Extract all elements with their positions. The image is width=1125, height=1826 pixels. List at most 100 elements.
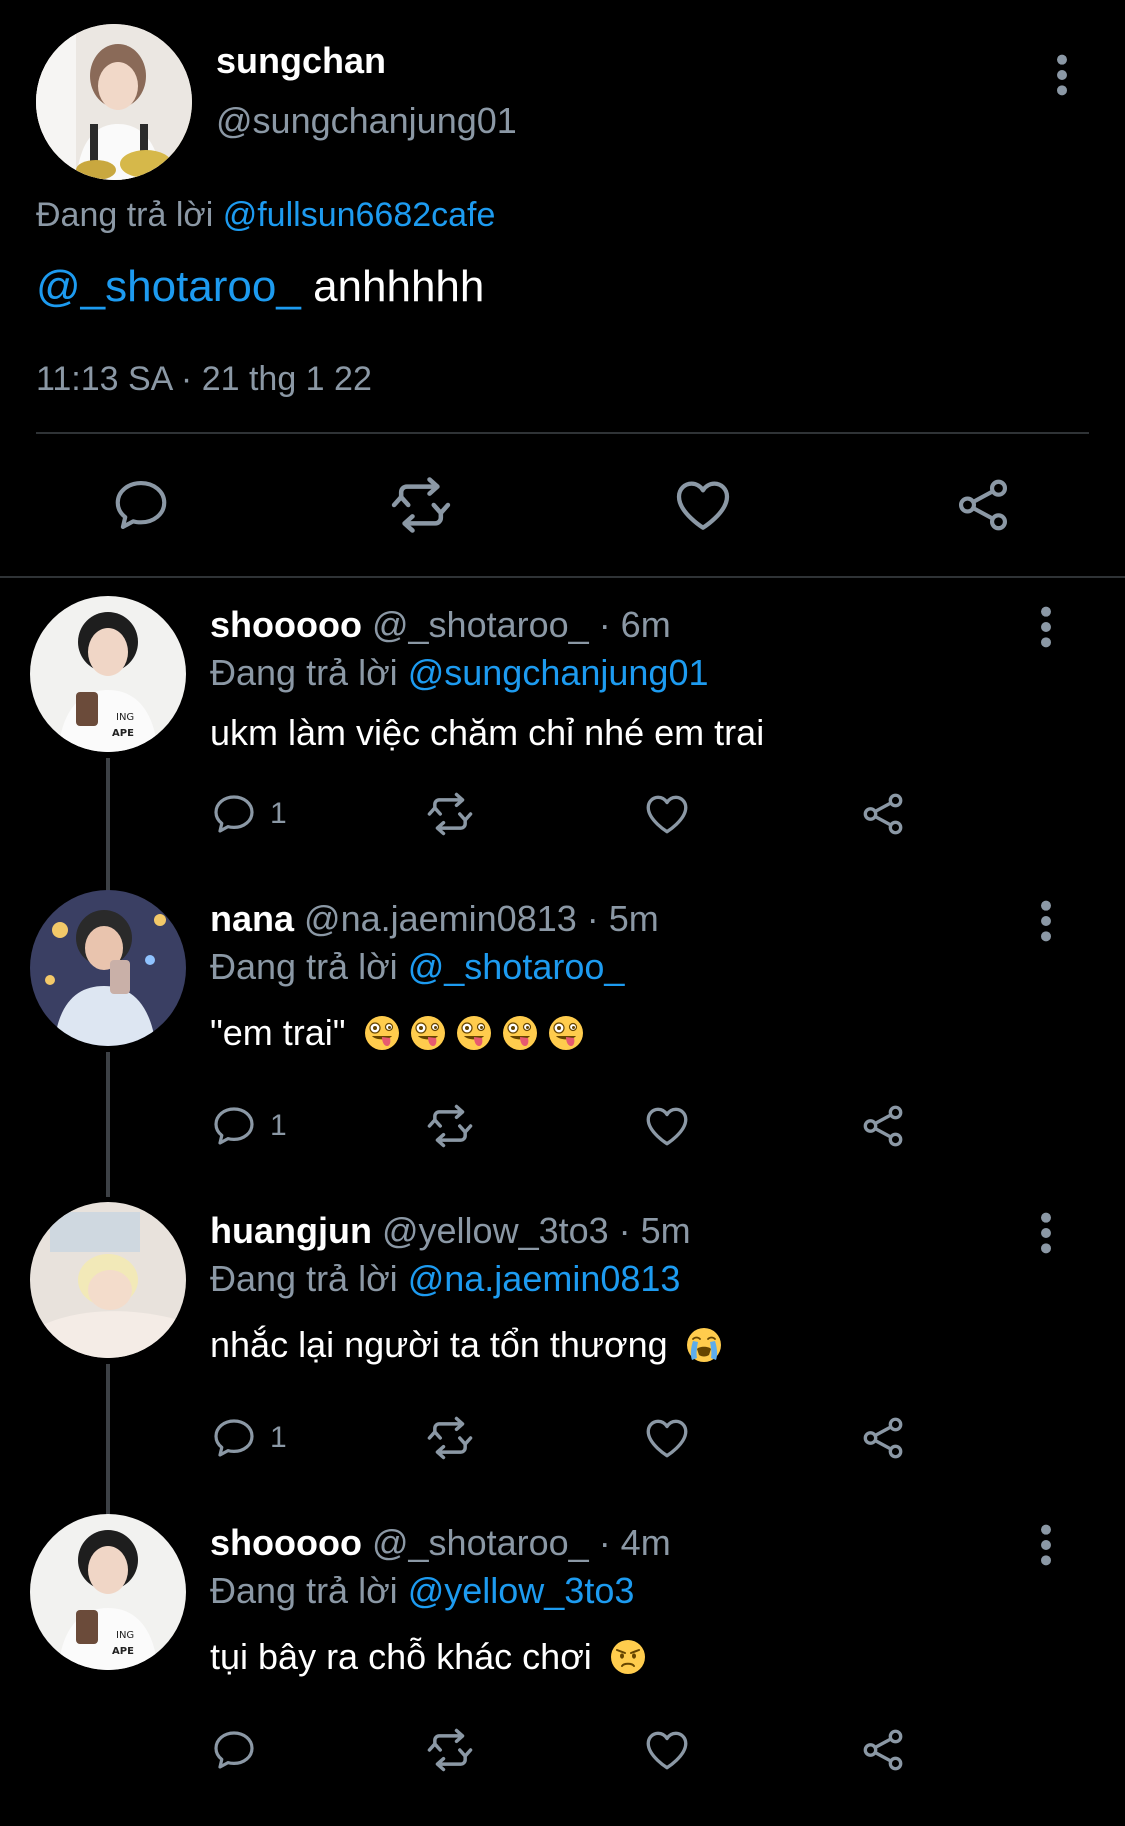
svg-text:ING: ING	[116, 1630, 134, 1641]
svg-text:APE: APE	[112, 1646, 134, 1657]
retweet-icon	[424, 1100, 476, 1152]
share-button[interactable]	[858, 1410, 908, 1466]
tweet-timestamp[interactable]: 11:13 SA · 21 thg 1 22	[36, 360, 372, 399]
tweet-body: anhhhhh	[313, 262, 485, 311]
retweet-icon	[387, 471, 455, 539]
reply-header: shooooo @_shotaroo_ · 6m	[210, 604, 671, 646]
author-handle[interactable]: @yellow_3to3	[382, 1210, 609, 1251]
reply-tweet[interactable]: huangjun @yellow_3to3 · 5m Đang trả lời …	[0, 1202, 1125, 1524]
angry-face-icon	[610, 1639, 646, 1675]
like-button[interactable]	[668, 470, 738, 540]
zany-face-icon	[502, 1015, 538, 1051]
replying-to-link[interactable]: @sungchanjung01	[408, 652, 709, 693]
share-button[interactable]	[858, 1722, 908, 1778]
share-icon	[858, 1725, 908, 1775]
reply-count: 1	[270, 797, 287, 830]
reply-text: tụi bây ra chỗ khác chơi	[210, 1636, 646, 1678]
reply-time: · 5m	[586, 898, 659, 939]
replying-to-label: Đang trả lời	[210, 946, 398, 987]
replying-to-link[interactable]: @_shotaroo_	[408, 946, 625, 987]
heart-icon	[642, 789, 692, 839]
avatar[interactable]	[36, 24, 192, 180]
avatar-photo	[30, 1202, 186, 1358]
replying-to-label: Đang trả lời	[210, 1570, 398, 1611]
reply-body: tụi bây ra chỗ khác chơi	[210, 1636, 592, 1677]
reply-actions: 1	[210, 1410, 930, 1466]
reply-body: ukm làm việc chăm chỉ nhé em trai	[210, 712, 765, 753]
author-name[interactable]: shooooo	[210, 604, 362, 645]
replying-to-label: Đang trả lời	[36, 196, 214, 234]
author-name[interactable]: huangjun	[210, 1210, 372, 1251]
share-icon	[858, 1413, 908, 1463]
mention-link[interactable]: @_shotaroo_	[36, 262, 301, 311]
retweet-icon	[424, 788, 476, 840]
reply-time: · 4m	[598, 1522, 671, 1563]
reply-button[interactable]	[106, 470, 176, 540]
replying-to-link[interactable]: @na.jaemin0813	[408, 1258, 681, 1299]
retweet-button[interactable]	[424, 1722, 476, 1778]
more-vertical-icon[interactable]	[1034, 1522, 1058, 1568]
replying-to: Đang trả lời @fullsun6682cafe	[36, 196, 495, 235]
reply-body: nhắc lại người ta tổn thương	[210, 1324, 668, 1365]
reply-icon	[210, 1414, 258, 1462]
share-button[interactable]	[858, 786, 908, 842]
reply-icon	[110, 474, 172, 536]
author-handle[interactable]: @_shotaroo_	[372, 1522, 589, 1563]
reply-time: · 6m	[598, 604, 671, 645]
reply-body: "em trai"	[210, 1012, 346, 1053]
author-name[interactable]: shooooo	[210, 1522, 362, 1563]
reply-tweet[interactable]: ING APE shooooo @_shotaroo_ · 6m Đang tr…	[0, 596, 1125, 908]
avatar[interactable]	[30, 890, 186, 1046]
svg-text:ING: ING	[116, 712, 134, 723]
heart-icon	[671, 473, 735, 537]
reply-text: "em trai"	[210, 1012, 584, 1054]
section-divider	[0, 576, 1125, 578]
share-button[interactable]	[858, 1098, 908, 1154]
author-handle[interactable]: @na.jaemin0813	[304, 898, 577, 939]
author-handle[interactable]: @_shotaroo_	[372, 604, 589, 645]
heart-icon	[642, 1101, 692, 1151]
emoji-group	[364, 1012, 584, 1053]
more-vertical-icon[interactable]	[1050, 52, 1074, 98]
reply-tweet[interactable]: nana @na.jaemin0813 · 5m Đang trả lời @_…	[0, 890, 1125, 1202]
avatar-photo: ING APE	[30, 1514, 186, 1670]
heart-icon	[642, 1725, 692, 1775]
avatar[interactable]	[30, 1202, 186, 1358]
avatar[interactable]: ING APE	[30, 1514, 186, 1670]
reply-text: nhắc lại người ta tổn thương	[210, 1324, 722, 1366]
reply-button[interactable]: 1	[210, 786, 287, 842]
more-vertical-icon[interactable]	[1034, 1210, 1058, 1256]
share-button[interactable]	[948, 470, 1018, 540]
replying-to: Đang trả lời @sungchanjung01	[210, 652, 708, 694]
reply-header: shooooo @_shotaroo_ · 4m	[210, 1522, 671, 1564]
author-name[interactable]: nana	[210, 898, 294, 939]
retweet-button[interactable]	[424, 1410, 476, 1466]
like-button[interactable]	[642, 786, 692, 842]
more-vertical-icon[interactable]	[1034, 898, 1058, 944]
retweet-button[interactable]	[424, 1098, 476, 1154]
retweet-button[interactable]	[386, 470, 456, 540]
zany-face-icon	[548, 1015, 584, 1051]
reply-tweet[interactable]: ING APE shooooo @_shotaroo_ · 4m Đang tr…	[0, 1514, 1125, 1826]
reply-icon	[210, 790, 258, 838]
reply-text: ukm làm việc chăm chỉ nhé em trai	[210, 712, 764, 754]
like-button[interactable]	[642, 1722, 692, 1778]
loudly-crying-face-icon	[686, 1327, 722, 1363]
avatar[interactable]: ING APE	[30, 596, 186, 752]
share-icon	[858, 789, 908, 839]
retweet-button[interactable]	[424, 786, 476, 842]
tweet-text: @_shotaroo_ anhhhhh	[36, 262, 484, 312]
like-button[interactable]	[642, 1410, 692, 1466]
avatar-photo	[30, 890, 186, 1046]
reply-button[interactable]: 1	[210, 1410, 287, 1466]
author-name[interactable]: sungchan	[216, 40, 386, 82]
retweet-icon	[424, 1724, 476, 1776]
reply-icon	[210, 1726, 258, 1774]
like-button[interactable]	[642, 1098, 692, 1154]
author-handle[interactable]: @sungchanjung01	[216, 100, 517, 142]
replying-to-link[interactable]: @yellow_3to3	[408, 1570, 635, 1611]
reply-button[interactable]: 1	[210, 1098, 287, 1154]
replying-to-link[interactable]: @fullsun6682cafe	[223, 196, 496, 234]
more-vertical-icon[interactable]	[1034, 604, 1058, 650]
reply-button[interactable]	[210, 1722, 270, 1778]
